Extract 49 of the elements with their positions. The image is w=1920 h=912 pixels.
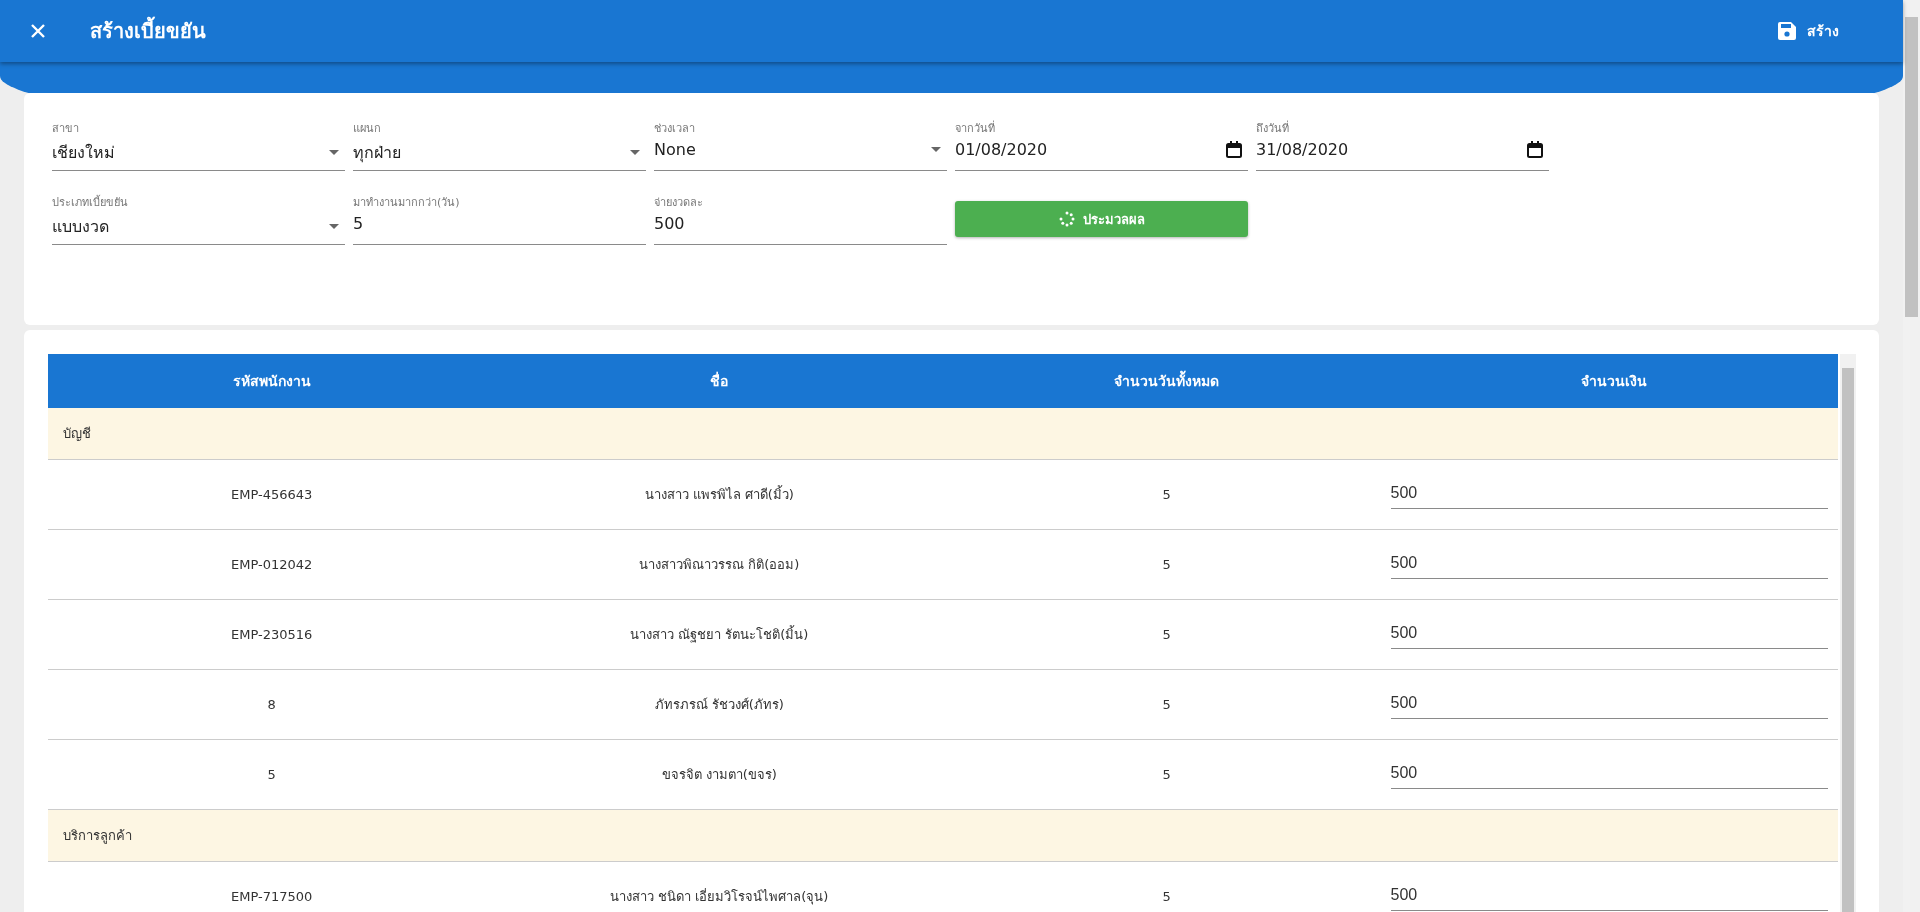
- total-days: 5: [1162, 627, 1171, 642]
- column-header: จำนวนวันทั้งหมด: [943, 370, 1391, 392]
- dropdown-caret-icon: [329, 150, 339, 155]
- employee-name: นางสาว ชนิดา เอี่ยมวิโรจน์ไพศาล(จุน): [610, 889, 829, 904]
- amount-field[interactable]: 500: [1390, 690, 1828, 719]
- total-days: 5: [1162, 487, 1171, 502]
- calendar-icon: [1527, 141, 1543, 158]
- input-field[interactable]: มาทำงานมากกว่า(วัน) 5: [353, 193, 646, 245]
- employee-name: ภัทรภรณ์ รัชวงศ์(ภัทร): [654, 697, 784, 712]
- close-icon: [30, 23, 46, 39]
- employee-name: นางสาว ณัฐชยา รัตนะโชติ(มิ้น): [630, 627, 809, 642]
- column-header: รหัสพนักงาน: [231, 372, 312, 391]
- page-title: สร้างเบี้ยขยัน: [90, 15, 206, 47]
- employee-id: EMP-012042: [231, 557, 313, 572]
- dropdown-caret-icon: [329, 224, 339, 229]
- group-label: บริการลูกค้า: [63, 827, 132, 846]
- calendar-icon: [1226, 141, 1242, 158]
- amount-field[interactable]: 500: [1390, 550, 1828, 579]
- spinner-icon: [1058, 211, 1075, 227]
- amount-field[interactable]: 500: [1390, 882, 1828, 911]
- amount-field[interactable]: 500: [1390, 480, 1828, 509]
- date-field[interactable]: จากวันที่ 01/08/2020: [955, 119, 1248, 171]
- employee-id: EMP-717500: [231, 889, 313, 904]
- input-field[interactable]: จ่ายงวดละ 500: [654, 193, 947, 245]
- total-days: 5: [1162, 557, 1171, 572]
- select-field[interactable]: ประเภทเบี้ยขยัน แบบงวด: [52, 193, 345, 245]
- date-field[interactable]: ถึงวันที่ 31/08/2020: [1256, 119, 1549, 171]
- total-days: 5: [1162, 889, 1171, 904]
- amount-field[interactable]: 500: [1390, 760, 1828, 789]
- create-button[interactable]: สร้าง: [1769, 14, 1847, 48]
- employee-name: ขจรจิต งามตา(ขจร): [661, 767, 777, 782]
- employee-id: 5: [267, 767, 276, 782]
- employee-name: นางสาว แพรพิไล ศาดี(มิ้ว): [644, 487, 794, 502]
- select-field[interactable]: แผนก ทุกฝ่าย: [353, 119, 646, 171]
- total-days: 5: [1162, 767, 1171, 782]
- group-label: บัญชี: [63, 425, 91, 443]
- column-header: จำนวนเงิน: [1580, 372, 1649, 391]
- select-field[interactable]: สาขา เชียงใหม่: [52, 119, 345, 171]
- employee-id: EMP-230516: [231, 627, 313, 642]
- column-header: ชื่อ: [709, 370, 730, 391]
- total-days: 5: [1162, 697, 1171, 712]
- select-field[interactable]: ช่วงเวลา None: [654, 119, 947, 171]
- employee-id: EMP-456643: [231, 487, 313, 502]
- employee-name: นางสาวพิณาวรรณ กิติ(ออม): [639, 557, 800, 572]
- table-scrollbar[interactable]: [1840, 354, 1856, 912]
- amount-field[interactable]: 500: [1390, 620, 1828, 649]
- save-icon: [1777, 21, 1797, 41]
- dropdown-caret-icon: [630, 150, 640, 155]
- employee-id: 8: [267, 697, 276, 712]
